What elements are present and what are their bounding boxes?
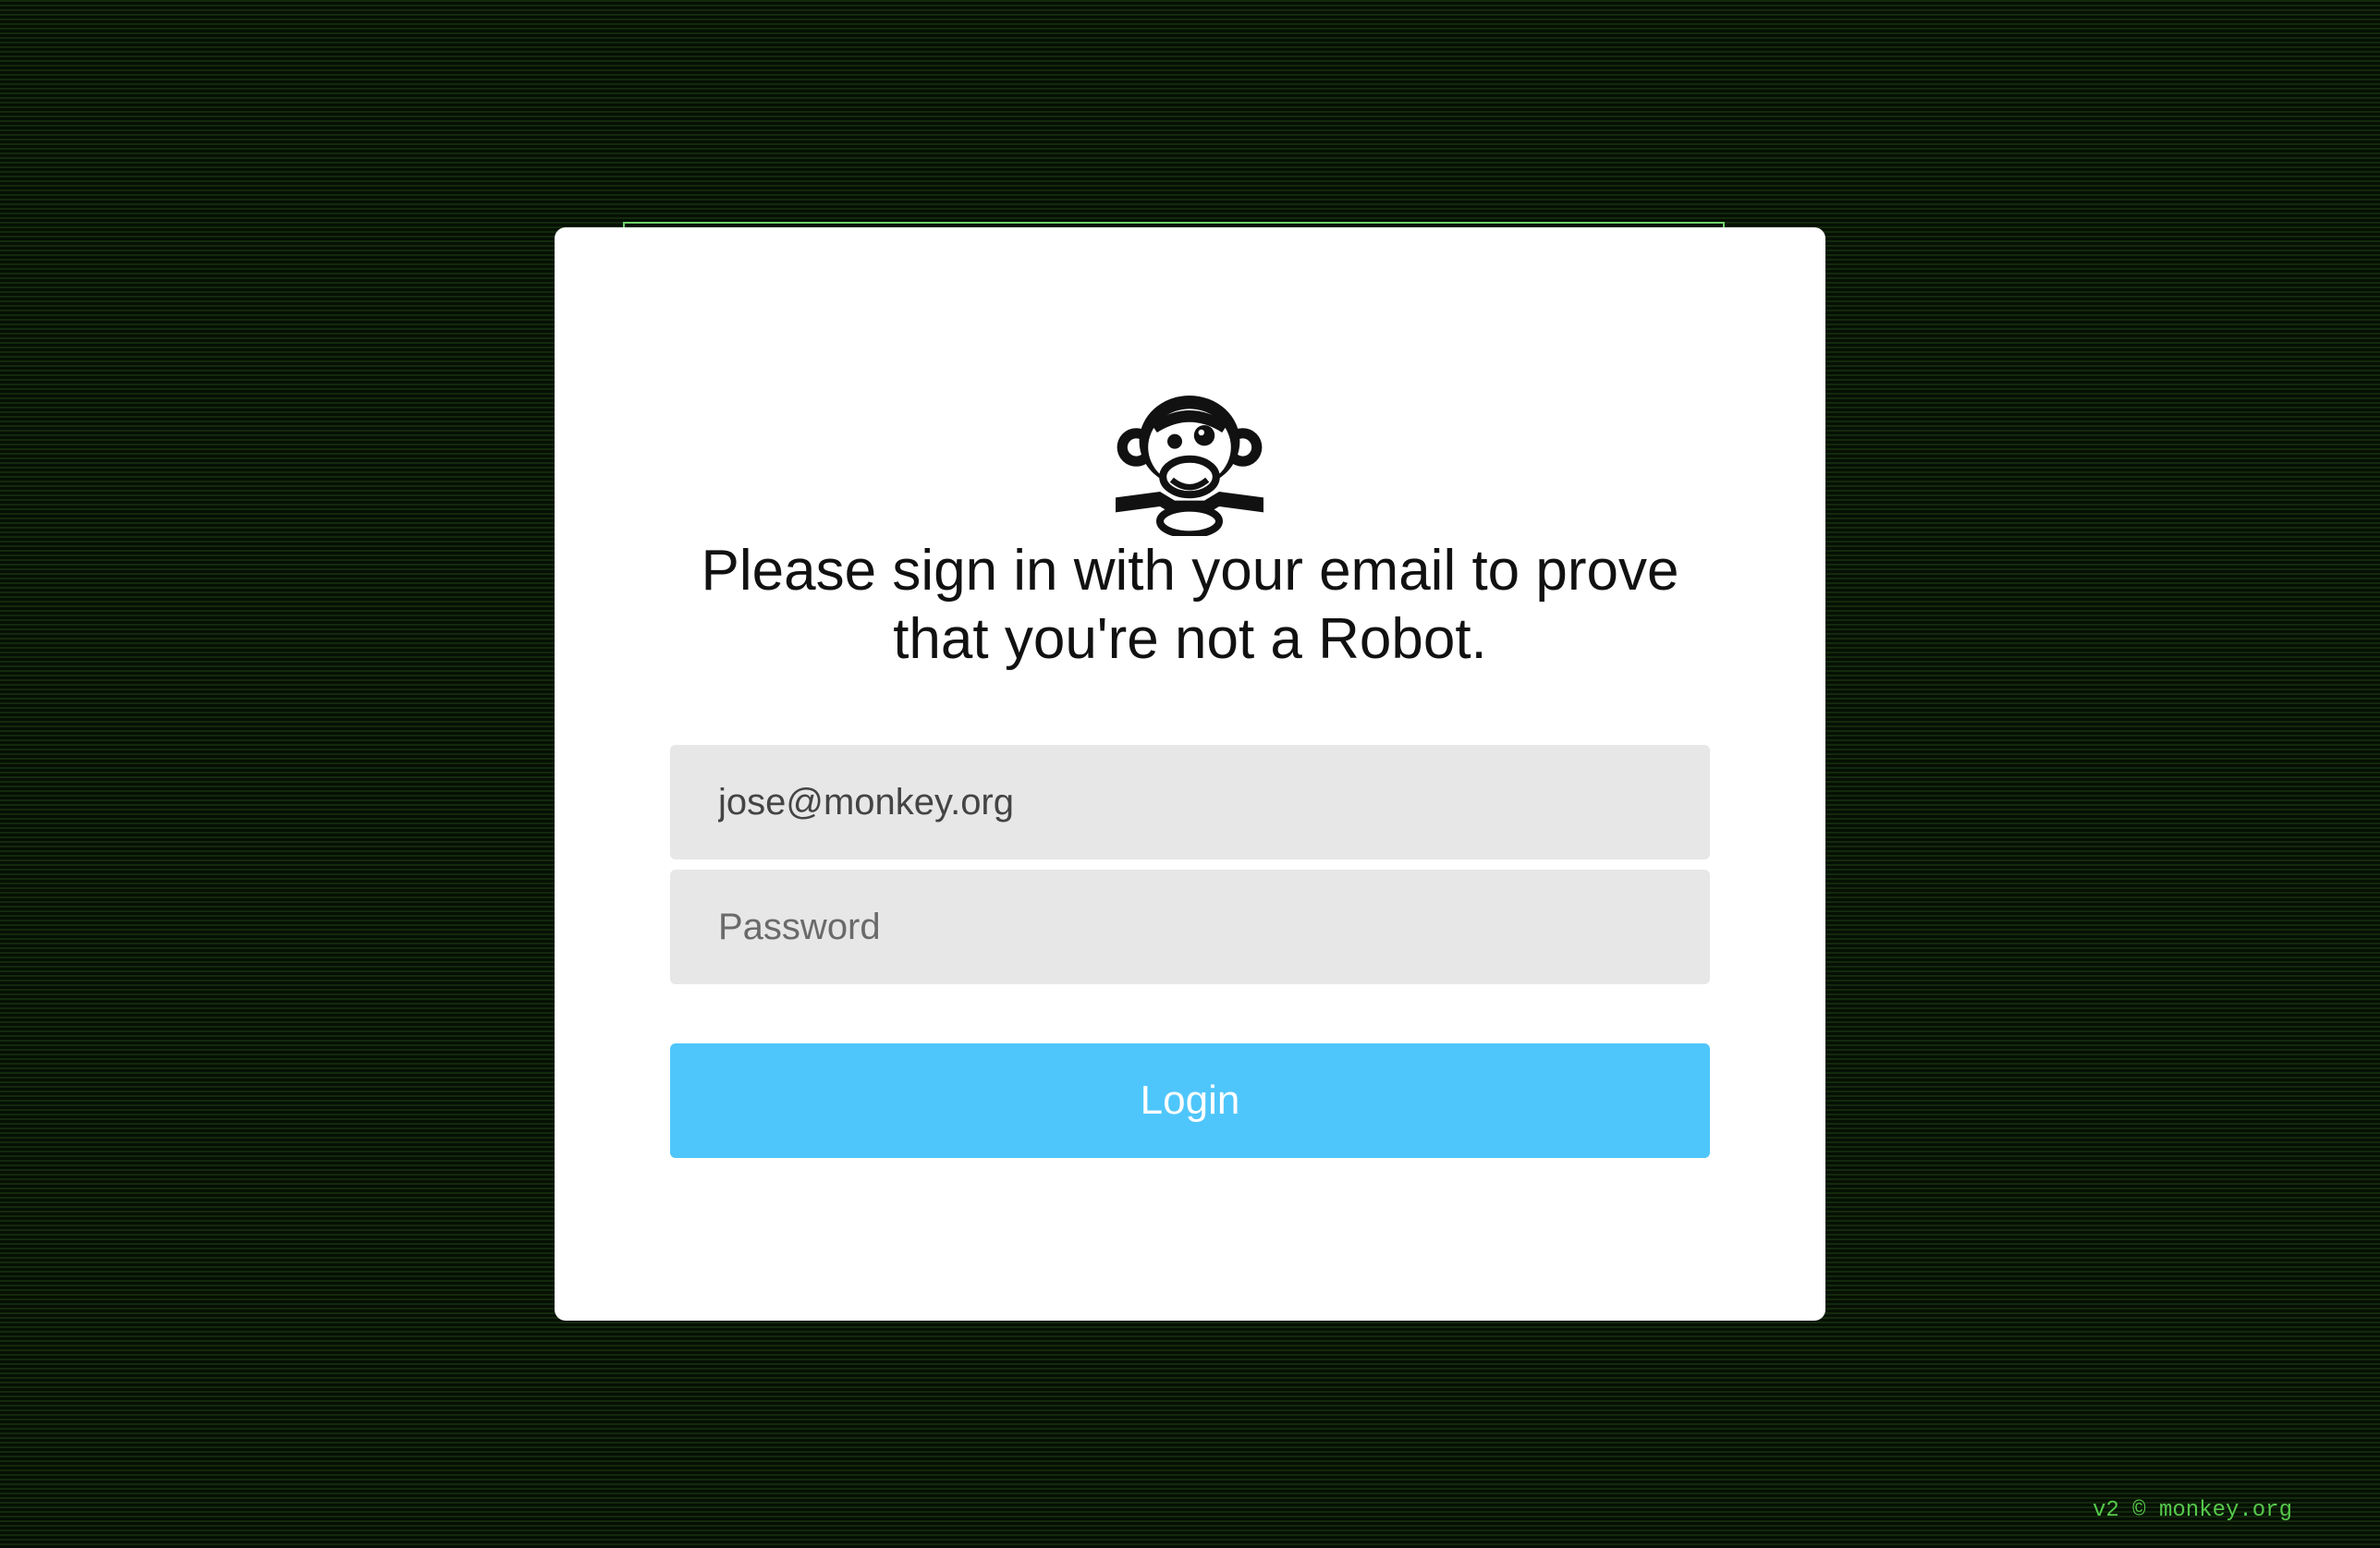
- login-button[interactable]: Login: [670, 1043, 1710, 1158]
- sign-in-prompt: Please sign in with your email to prove …: [629, 537, 1751, 674]
- sign-in-prompt-line-1: Please sign in with your email to prove: [701, 539, 1679, 603]
- email-field[interactable]: [670, 745, 1710, 859]
- login-card: Please sign in with your email to prove …: [555, 227, 1825, 1321]
- monkey-logo-icon: [1116, 388, 1263, 536]
- version-footer: v2 © monkey.org: [2092, 1498, 2292, 1523]
- password-field[interactable]: [670, 870, 1710, 984]
- page: { "login": { "headline_line1": "Please s…: [0, 0, 2380, 1548]
- sign-in-prompt-line-2: that you're not a Robot.: [893, 607, 1487, 671]
